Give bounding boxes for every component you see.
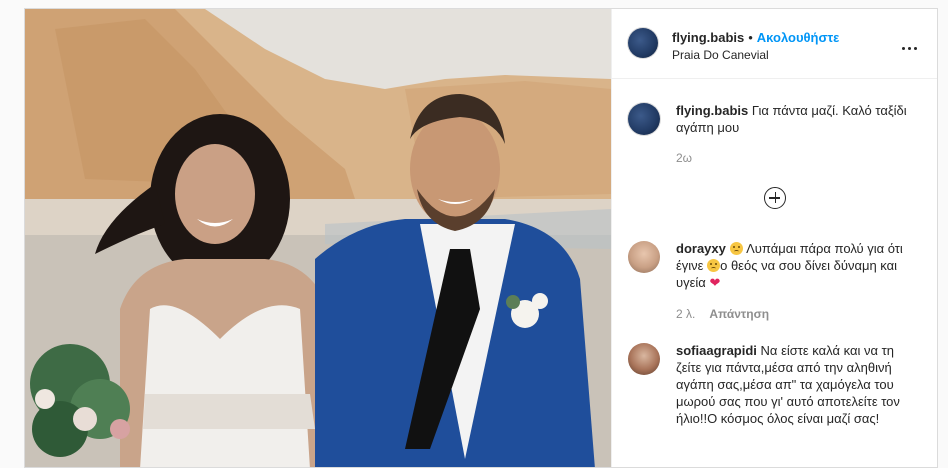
comment-time: 2 λ. — [676, 307, 696, 321]
post-card: flying.babis • Ακολουθήστε Praia Do Canevi… — [24, 8, 938, 468]
author-avatar[interactable] — [628, 28, 658, 58]
comment-meta: 2 λ. Απάντηση — [676, 307, 769, 321]
sad-face-emoji-icon — [729, 242, 743, 255]
post-header: flying.babis • Ακολουθήστε Praia Do Canevi… — [612, 9, 937, 79]
more-options-icon[interactable] — [902, 37, 922, 50]
caption-avatar[interactable] — [628, 103, 660, 135]
comment-username[interactable]: dorayxy — [676, 241, 726, 256]
comment-text-block: sofiaagrapidi Να είστε καλά και να τη ζε… — [676, 342, 920, 427]
follow-button[interactable]: Ακολουθήστε — [757, 30, 840, 45]
comment-text-block: dorayxy Λυπάμαι πάρα πολύ για ότι έγινε … — [676, 240, 920, 291]
caption-time: 2ω — [676, 151, 693, 165]
post-location[interactable]: Praia Do Canevial — [672, 48, 769, 62]
caption-username[interactable]: flying.babis — [676, 103, 748, 118]
wedding-photo-illustration — [25, 9, 611, 467]
commenter-avatar[interactable] — [628, 343, 660, 375]
post-photo[interactable] — [25, 9, 611, 467]
comment-username[interactable]: sofiaagrapidi — [676, 343, 757, 358]
plus-circle-icon[interactable] — [764, 187, 786, 209]
post-sidebar: flying.babis • Ακολουθήστε Praia Do Canevi… — [611, 9, 937, 467]
sad-face-emoji-icon — [707, 259, 721, 272]
separator-dot: • — [748, 30, 753, 45]
caption-text-block: flying.babis Για πάντα μαζί. Καλό ταξίδι… — [676, 102, 920, 136]
reply-button[interactable]: Απάντηση — [709, 307, 769, 321]
commenter-avatar[interactable] — [628, 241, 660, 273]
author-line: flying.babis • Ακολουθήστε — [672, 29, 839, 47]
author-username[interactable]: flying.babis — [672, 30, 744, 45]
red-heart-icon: ❤ — [709, 275, 721, 290]
